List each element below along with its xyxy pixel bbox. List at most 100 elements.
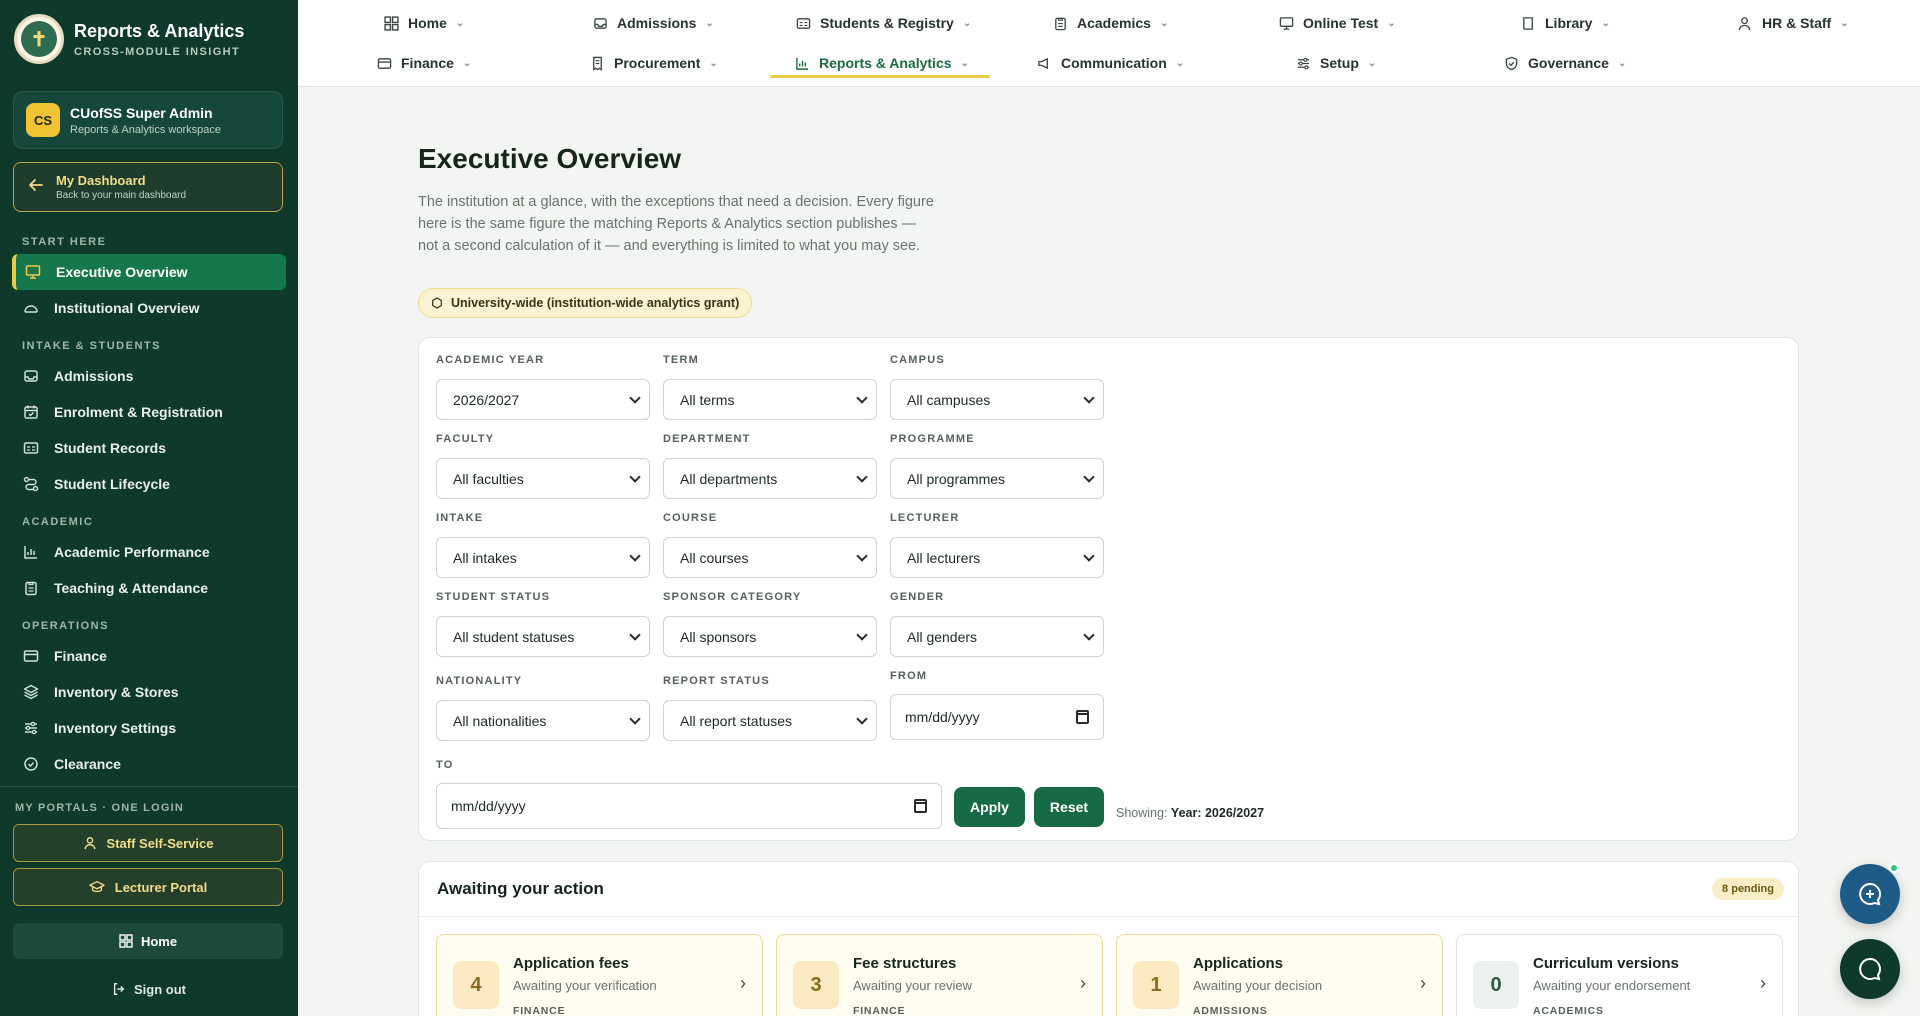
topnav-finance[interactable]: Finance ⌄ xyxy=(377,48,471,78)
intake-select[interactable]: All intakes xyxy=(436,537,650,578)
lecturer-label: LECTURER xyxy=(890,512,960,524)
nationality-select[interactable]: All nationalities xyxy=(436,700,650,741)
topnav-governance[interactable]: Governance ⌄ xyxy=(1504,48,1626,78)
sidebar-item-inventory-settings[interactable]: Inventory Settings xyxy=(12,710,286,746)
sidebar-item-academic-performance[interactable]: Academic Performance xyxy=(12,534,286,570)
card-module-tag: ADMISSIONS xyxy=(1193,1005,1268,1016)
chevron-down-icon: ⌄ xyxy=(1617,57,1627,69)
dashboard-link-title: My Dashboard xyxy=(56,173,146,188)
topnav-label: HR & Staff xyxy=(1762,15,1832,31)
calendar-icon[interactable] xyxy=(1076,710,1089,724)
topnav-hr-staff[interactable]: HR & Staff ⌄ xyxy=(1738,8,1849,38)
sidebar-item-teaching-attendance[interactable]: Teaching & Attendance xyxy=(12,570,286,606)
topnav-home[interactable]: Home ⌄ xyxy=(384,8,464,38)
sponsor-category-select[interactable]: All sponsors xyxy=(663,616,877,657)
course-label: COURSE xyxy=(663,512,718,524)
chevron-down-icon xyxy=(629,629,641,641)
chevron-down-icon xyxy=(1083,392,1095,404)
topnav-label: Library xyxy=(1545,15,1593,31)
lecturer-select[interactable]: All lecturers xyxy=(890,537,1104,578)
calendar-check-icon xyxy=(22,403,40,421)
chevron-down-icon: ⌄ xyxy=(960,57,969,69)
date-placeholder: mm/dd/yyyy xyxy=(905,709,980,725)
lecturer-portal-button[interactable]: Lecturer Portal xyxy=(13,868,283,906)
home-label: Home xyxy=(140,933,178,949)
topnav-label: Home xyxy=(408,15,447,31)
card-count: 1 xyxy=(1133,961,1179,1009)
term-select[interactable]: All terms xyxy=(663,379,877,420)
action-card-applications[interactable]: 1 Applications Awaiting your decision AD… xyxy=(1116,934,1443,1016)
programme-select[interactable]: All programmes xyxy=(890,458,1104,499)
student-status-select[interactable]: All student statuses xyxy=(436,616,650,657)
page-description: The institution at a glance, with the ex… xyxy=(418,194,934,254)
topnav-procurement[interactable]: Procurement ⌄ xyxy=(590,48,718,78)
to-date-input[interactable]: mm/dd/yyyy xyxy=(436,783,942,829)
topnav-communication[interactable]: Communication ⌄ xyxy=(1037,48,1184,78)
credit-card-icon xyxy=(22,647,40,665)
my-dashboard-button[interactable]: My Dashboard Back to your main dashboard xyxy=(13,162,283,212)
topnav-admissions[interactable]: Admissions ⌄ xyxy=(593,8,714,38)
sidebar-item-executive-overview[interactable]: Executive Overview xyxy=(12,254,286,290)
sidebar-item-student-lifecycle[interactable]: Student Lifecycle xyxy=(12,466,286,502)
select-value: All lecturers xyxy=(907,549,981,566)
chevron-down-icon: ⌄ xyxy=(1601,17,1610,29)
sidebar-item-student-records[interactable]: Student Records xyxy=(12,430,286,466)
chevron-down-icon: ⌄ xyxy=(1175,57,1185,69)
chevron-right-icon: › xyxy=(1420,973,1426,993)
report-status-select[interactable]: All report statuses xyxy=(663,700,877,741)
topnav-library[interactable]: Library ⌄ xyxy=(1521,8,1610,38)
topnav-academics[interactable]: Academics ⌄ xyxy=(1053,8,1168,38)
action-card-curriculum-versions[interactable]: 0 Curriculum versions Awaiting your endo… xyxy=(1456,934,1783,1016)
from-date-input[interactable]: mm/dd/yyyy xyxy=(890,694,1104,740)
topnav-label: Finance xyxy=(401,55,454,71)
card-title: Application fees xyxy=(513,955,629,972)
topnav-students-registry[interactable]: Students & Registry ⌄ xyxy=(796,8,971,38)
university-logo: ✝ xyxy=(14,14,64,64)
chevron-down-icon: ⌄ xyxy=(1840,17,1849,29)
reset-button[interactable]: Reset xyxy=(1034,787,1104,827)
faculty-select[interactable]: All faculties xyxy=(436,458,650,499)
intake-label: INTAKE xyxy=(436,512,484,524)
monitor-icon xyxy=(1279,16,1294,31)
staff-self-service-button[interactable]: Staff Self-Service xyxy=(13,824,283,862)
card-title: Applications xyxy=(1193,955,1284,972)
sidebar-item-finance[interactable]: Finance xyxy=(12,638,286,674)
gender-select[interactable]: All genders xyxy=(890,616,1104,657)
action-card-fee-structures[interactable]: 3 Fee structures Awaiting your review FI… xyxy=(776,934,1103,1016)
showing-prefix: Showing: xyxy=(1116,806,1168,820)
chevron-right-icon: › xyxy=(740,973,746,993)
apply-button[interactable]: Apply xyxy=(954,787,1025,827)
calendar-icon[interactable] xyxy=(914,799,927,813)
academic-year-select[interactable]: 2026/2027 xyxy=(436,379,650,420)
sidebar-item-admissions[interactable]: Admissions xyxy=(12,358,286,394)
chevron-down-icon: ⌄ xyxy=(462,57,472,69)
course-select[interactable]: All courses xyxy=(663,537,877,578)
support-chat-button[interactable] xyxy=(1840,939,1900,999)
chevron-down-icon: ⌄ xyxy=(705,17,714,29)
student-status-label: STUDENT STATUS xyxy=(436,591,551,603)
topnav-setup[interactable]: Setup ⌄ xyxy=(1296,48,1376,78)
sidebar-item-institutional-overview[interactable]: Institutional Overview xyxy=(12,290,286,326)
home-button[interactable]: Home xyxy=(13,923,283,959)
campus-select[interactable]: All campuses xyxy=(890,379,1104,420)
sidebar-item-enrolment[interactable]: Enrolment & Registration xyxy=(12,394,286,430)
action-card-application-fees[interactable]: 4 Application fees Awaiting your verific… xyxy=(436,934,763,1016)
topnav-reports-analytics[interactable]: Reports & Analytics ⌄ xyxy=(795,48,969,78)
topnav-online-test[interactable]: Online Test ⌄ xyxy=(1279,8,1396,38)
section-operations: OPERATIONS xyxy=(22,620,109,632)
department-select[interactable]: All departments xyxy=(663,458,877,499)
chevron-down-icon: ⌄ xyxy=(1367,57,1377,69)
chevron-down-icon xyxy=(1083,471,1095,483)
chat-bubble-icon xyxy=(1857,956,1883,982)
sign-out-button[interactable]: Sign out xyxy=(0,975,298,1003)
sidebar-item-inventory-stores[interactable]: Inventory & Stores xyxy=(12,674,286,710)
grid-icon xyxy=(119,934,133,948)
chevron-down-icon xyxy=(1083,550,1095,562)
assistant-chat-button[interactable] xyxy=(1840,863,1900,924)
inbox-icon xyxy=(22,367,40,385)
hexagon-icon xyxy=(431,297,443,309)
card-module-tag: ACADEMICS xyxy=(1533,1005,1604,1016)
sidebar-item-clearance[interactable]: Clearance xyxy=(12,746,286,782)
chevron-down-icon: ⌄ xyxy=(1159,17,1169,29)
select-value: All courses xyxy=(680,549,749,566)
